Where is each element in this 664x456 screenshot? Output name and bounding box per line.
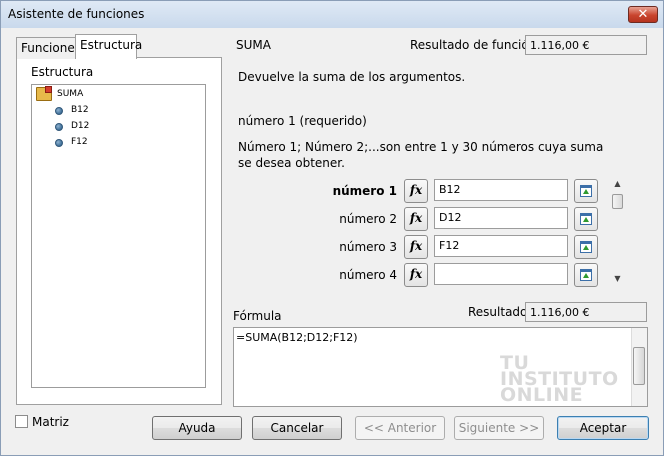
function-name: SUMA xyxy=(236,38,271,52)
arg-input-1[interactable]: B12 xyxy=(434,179,568,201)
formula-label: Fórmula xyxy=(233,309,282,323)
arrow-up-icon xyxy=(583,245,589,250)
arg-input-2[interactable]: D12 xyxy=(434,207,568,229)
tab-estructura[interactable]: Estructura xyxy=(75,34,142,59)
node-bullet-icon xyxy=(55,139,63,147)
arg-label-3: número 3 xyxy=(339,240,397,254)
previous-button[interactable]: << Anterior xyxy=(355,416,445,440)
fx-icon[interactable]: fx xyxy=(404,263,428,287)
fx-icon[interactable]: fx xyxy=(404,179,428,203)
title-bar: Asistente de funciones ✕ xyxy=(0,0,664,28)
arg-label-1: número 1 xyxy=(332,184,397,198)
arg-label-4: número 4 xyxy=(339,268,397,282)
array-checkbox[interactable] xyxy=(15,415,28,428)
function-result-value: 1.116,00 € xyxy=(525,35,647,55)
help-button[interactable]: Ayuda xyxy=(152,416,242,440)
node-bullet-icon xyxy=(55,123,63,131)
next-button[interactable]: Siguiente >> xyxy=(454,416,544,440)
scroll-thumb[interactable] xyxy=(612,194,623,209)
window-title: Asistente de funciones xyxy=(8,7,145,21)
watermark-logo: TU INSTITUTO ONLINE xyxy=(500,352,619,406)
scroll-down-icon[interactable]: ▼ xyxy=(610,274,625,283)
tree-item[interactable]: D12 xyxy=(71,121,89,131)
result-label: Resultado xyxy=(468,305,528,319)
structure-label: Estructura xyxy=(31,65,94,79)
function-result-label: Resultado de función xyxy=(410,38,537,52)
formula-scroll-thumb[interactable] xyxy=(633,347,645,385)
node-bullet-icon xyxy=(55,107,63,115)
arrow-up-icon xyxy=(583,217,589,222)
shrink-dialog-button[interactable] xyxy=(574,207,598,231)
function-description: Devuelve la suma de los argumentos. xyxy=(238,70,466,84)
close-button[interactable]: ✕ xyxy=(628,6,658,23)
arrow-up-icon xyxy=(583,273,589,278)
ok-button[interactable]: Aceptar xyxy=(557,416,649,440)
arg-input-3[interactable]: F12 xyxy=(434,235,568,257)
shrink-dialog-button[interactable] xyxy=(574,263,598,287)
result-value: 1.116,00 € xyxy=(525,302,647,322)
shrink-dialog-button[interactable] xyxy=(574,179,598,203)
fx-icon[interactable]: fx xyxy=(404,235,428,259)
error-flag-icon xyxy=(45,86,52,93)
array-label: Matriz xyxy=(32,415,69,429)
tree-item[interactable]: B12 xyxy=(71,105,89,115)
arg-input-4[interactable] xyxy=(434,263,568,285)
formula-text: =SUMA(B12;D12;F12) xyxy=(236,331,358,344)
tree-root[interactable]: SUMA xyxy=(57,89,83,99)
tree-item[interactable]: F12 xyxy=(71,137,88,147)
cancel-button[interactable]: Cancelar xyxy=(252,416,342,440)
shrink-dialog-button[interactable] xyxy=(574,235,598,259)
arrow-up-icon xyxy=(583,189,589,194)
folder-icon xyxy=(36,86,52,101)
tab-funciones[interactable]: Funciones xyxy=(16,37,81,59)
arg-label-2: número 2 xyxy=(339,212,397,226)
argument-description: Número 1; Número 2;...son entre 1 y 30 n… xyxy=(238,140,604,170)
scroll-up-icon[interactable]: ▲ xyxy=(610,179,625,188)
structure-tree[interactable]: SUMA B12 D12 F12 xyxy=(31,84,206,388)
argument-title: número 1 (requerido) xyxy=(238,114,367,128)
fx-icon[interactable]: fx xyxy=(404,207,428,231)
